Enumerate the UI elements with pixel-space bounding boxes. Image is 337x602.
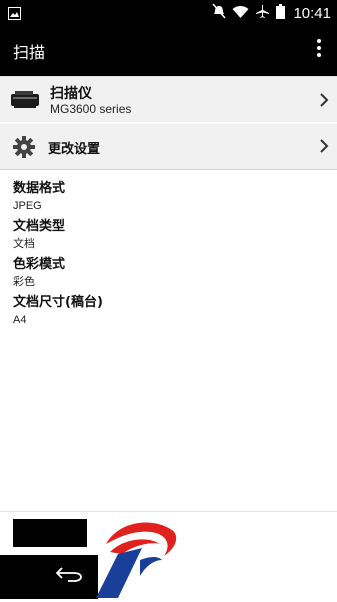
scanner-model: MG3600 series	[50, 102, 132, 116]
overflow-menu-icon[interactable]	[311, 39, 327, 61]
app-bar: 扫描	[0, 25, 337, 76]
info-item: 文档尺寸(稿台) A4	[13, 294, 103, 328]
info-label: 色彩模式	[13, 257, 66, 272]
page-title: 扫描	[13, 43, 46, 62]
mute-icon	[212, 3, 227, 23]
wifi-icon	[232, 4, 249, 23]
info-value: JPEG	[13, 200, 42, 212]
chevron-right-icon	[319, 138, 329, 154]
airplane-icon	[255, 4, 270, 23]
info-item: 色彩模式 彩色	[13, 256, 103, 290]
watermark-logo	[96, 516, 180, 602]
info-label: 文档尺寸(稿台)	[13, 295, 103, 310]
navigation-bar	[0, 555, 98, 599]
printer-icon	[10, 89, 40, 113]
info-label: 文档类型	[13, 219, 66, 234]
settings-row[interactable]: 更改设置	[0, 124, 337, 170]
scanner-row[interactable]: 扫描仪 MG3600 series	[0, 76, 337, 124]
redaction-box	[13, 519, 87, 547]
gear-icon	[13, 136, 35, 162]
info-label: 数据格式	[13, 181, 66, 196]
back-icon[interactable]	[54, 565, 84, 587]
status-time: 10:41	[293, 4, 331, 22]
status-bar: 10:41	[0, 0, 337, 25]
battery-icon	[276, 3, 286, 23]
info-value: A4	[13, 314, 27, 326]
info-value: 文档	[13, 238, 35, 250]
info-item: 数据格式 JPEG	[13, 180, 103, 214]
chevron-right-icon	[319, 92, 329, 108]
image-icon	[8, 5, 21, 24]
scanner-title: 扫描仪	[50, 86, 92, 102]
change-settings-label: 更改设置	[48, 142, 101, 157]
info-value: 彩色	[13, 276, 35, 288]
scan-settings-summary: 数据格式 JPEG 文档类型 文档 色彩模式 彩色 文档尺寸(稿台) A4	[13, 180, 103, 332]
info-item: 文档类型 文档	[13, 218, 103, 252]
